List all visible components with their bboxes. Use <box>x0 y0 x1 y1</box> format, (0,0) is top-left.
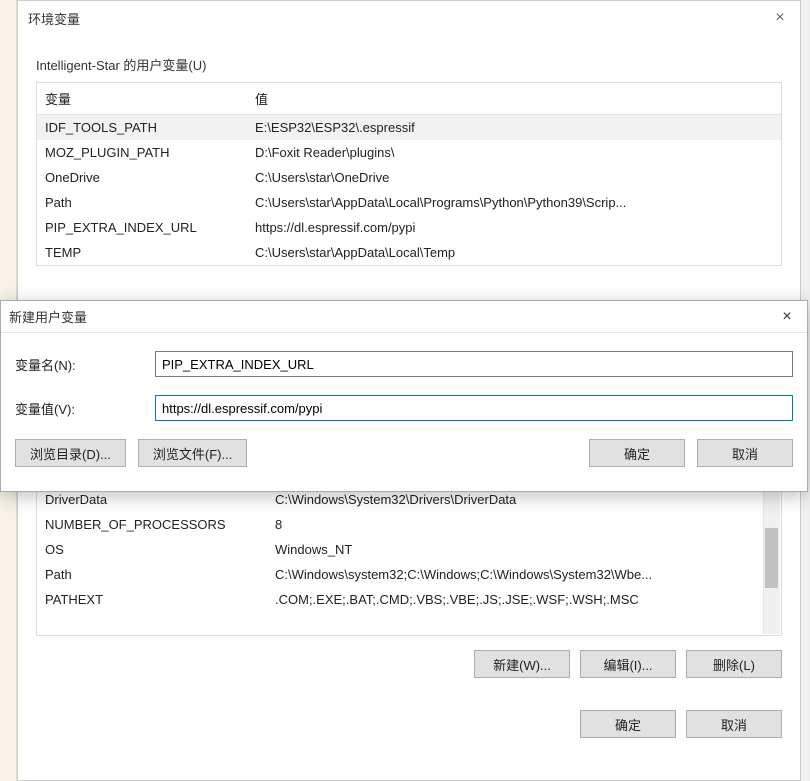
cell-value: Windows_NT <box>267 539 763 560</box>
table-row[interactable]: MOZ_PLUGIN_PATHD:\Foxit Reader\plugins\ <box>37 140 781 165</box>
scrollbar[interactable] <box>763 488 780 634</box>
cancel-button[interactable]: 取消 <box>697 439 793 467</box>
browse-file-button[interactable]: 浏览文件(F)... <box>138 439 247 467</box>
system-vars-button-row: 新建(W)... 编辑(I)... 删除(L) <box>18 650 782 678</box>
user-variables-label: Intelligent-Star 的用户变量(U) <box>36 55 782 74</box>
table-row[interactable]: OSWindows_NT <box>37 537 763 562</box>
new-user-variable-dialog: 新建用户变量 × 变量名(N): 变量值(V): 浏览目录(D)... 浏览文件… <box>0 300 808 492</box>
table-row[interactable]: TEMPC:\Users\star\AppData\Local\Temp <box>37 240 781 265</box>
cell-value: C:\Windows\system32;C:\Windows;C:\Window… <box>267 564 763 585</box>
table-row[interactable]: IDF_TOOLS_PATHE:\ESP32\ESP32\.espressif <box>37 115 781 140</box>
cell-value: 8 <box>267 514 763 535</box>
user-variables-group: Intelligent-Star 的用户变量(U) 变量 值 IDF_TOOLS… <box>36 55 782 266</box>
dialog-bottom-buttons: 确定 取消 <box>18 710 782 738</box>
table-row[interactable]: OneDriveC:\Users\star\OneDrive <box>37 165 781 190</box>
cell-value: https://dl.espressif.com/pypi <box>247 217 781 238</box>
dialog-title: 环境变量 <box>28 9 80 28</box>
variable-value-label: 变量值(V): <box>15 399 155 418</box>
cell-value: C:\Users\star\OneDrive <box>247 167 781 188</box>
cell-value: E:\ESP32\ESP32\.espressif <box>247 117 781 138</box>
table-row[interactable]: PIP_EXTRA_INDEX_URLhttps://dl.espressif.… <box>37 215 781 240</box>
variable-name-row: 变量名(N): <box>15 351 793 377</box>
dialog-titlebar: 环境变量 × <box>18 1 800 35</box>
table-header: 变量 值 <box>37 83 781 115</box>
dialog2-titlebar: 新建用户变量 × <box>1 301 807 333</box>
user-variables-table[interactable]: 变量 值 IDF_TOOLS_PATHE:\ESP32\ESP32\.espre… <box>36 82 782 266</box>
cell-value: D:\Foxit Reader\plugins\ <box>247 142 781 163</box>
cell-variable: TEMP <box>37 242 247 263</box>
cell-variable: MOZ_PLUGIN_PATH <box>37 142 247 163</box>
column-header-value[interactable]: 值 <box>247 83 781 114</box>
cancel-button[interactable]: 取消 <box>686 710 782 738</box>
variable-name-input[interactable] <box>155 351 793 377</box>
close-icon[interactable]: × <box>760 9 800 27</box>
delete-button[interactable]: 删除(L) <box>686 650 782 678</box>
dialog2-button-row: 浏览目录(D)... 浏览文件(F)... 确定 取消 <box>15 439 793 467</box>
cell-variable: DriverData <box>37 489 267 510</box>
cell-value: C:\Windows\System32\Drivers\DriverData <box>267 489 763 510</box>
ok-button[interactable]: 确定 <box>589 439 685 467</box>
cell-variable: IDF_TOOLS_PATH <box>37 117 247 138</box>
cell-variable: PATHEXT <box>37 589 267 610</box>
cell-variable: OneDrive <box>37 167 247 188</box>
variable-value-row: 变量值(V): <box>15 395 793 421</box>
table-row[interactable]: NUMBER_OF_PROCESSORS8 <box>37 512 763 537</box>
system-variables-table[interactable]: DriverDataC:\Windows\System32\Drivers\Dr… <box>36 486 782 636</box>
cell-variable: NUMBER_OF_PROCESSORS <box>37 514 267 535</box>
scrollbar-thumb[interactable] <box>765 528 778 588</box>
table-row[interactable]: PathC:\Users\star\AppData\Local\Programs… <box>37 190 781 215</box>
variable-name-label: 变量名(N): <box>15 355 155 374</box>
dialog2-title: 新建用户变量 <box>9 307 87 326</box>
cell-variable: Path <box>37 192 247 213</box>
cell-value: .COM;.EXE;.BAT;.CMD;.VBS;.VBE;.JS;.JSE;.… <box>267 589 763 610</box>
table-row[interactable]: PATHEXT.COM;.EXE;.BAT;.CMD;.VBS;.VBE;.JS… <box>37 587 763 612</box>
new-button[interactable]: 新建(W)... <box>474 650 570 678</box>
variable-value-input[interactable] <box>155 395 793 421</box>
close-icon[interactable]: × <box>767 308 807 326</box>
table-row[interactable]: PathC:\Windows\system32;C:\Windows;C:\Wi… <box>37 562 763 587</box>
edit-button[interactable]: 编辑(I)... <box>580 650 676 678</box>
cell-variable: PIP_EXTRA_INDEX_URL <box>37 217 247 238</box>
cell-variable: OS <box>37 539 267 560</box>
cell-value: C:\Users\star\AppData\Local\Programs\Pyt… <box>247 192 781 213</box>
ok-button[interactable]: 确定 <box>580 710 676 738</box>
cell-variable: Path <box>37 564 267 585</box>
browse-directory-button[interactable]: 浏览目录(D)... <box>15 439 126 467</box>
cell-value: C:\Users\star\AppData\Local\Temp <box>247 242 781 263</box>
column-header-variable[interactable]: 变量 <box>37 83 247 114</box>
